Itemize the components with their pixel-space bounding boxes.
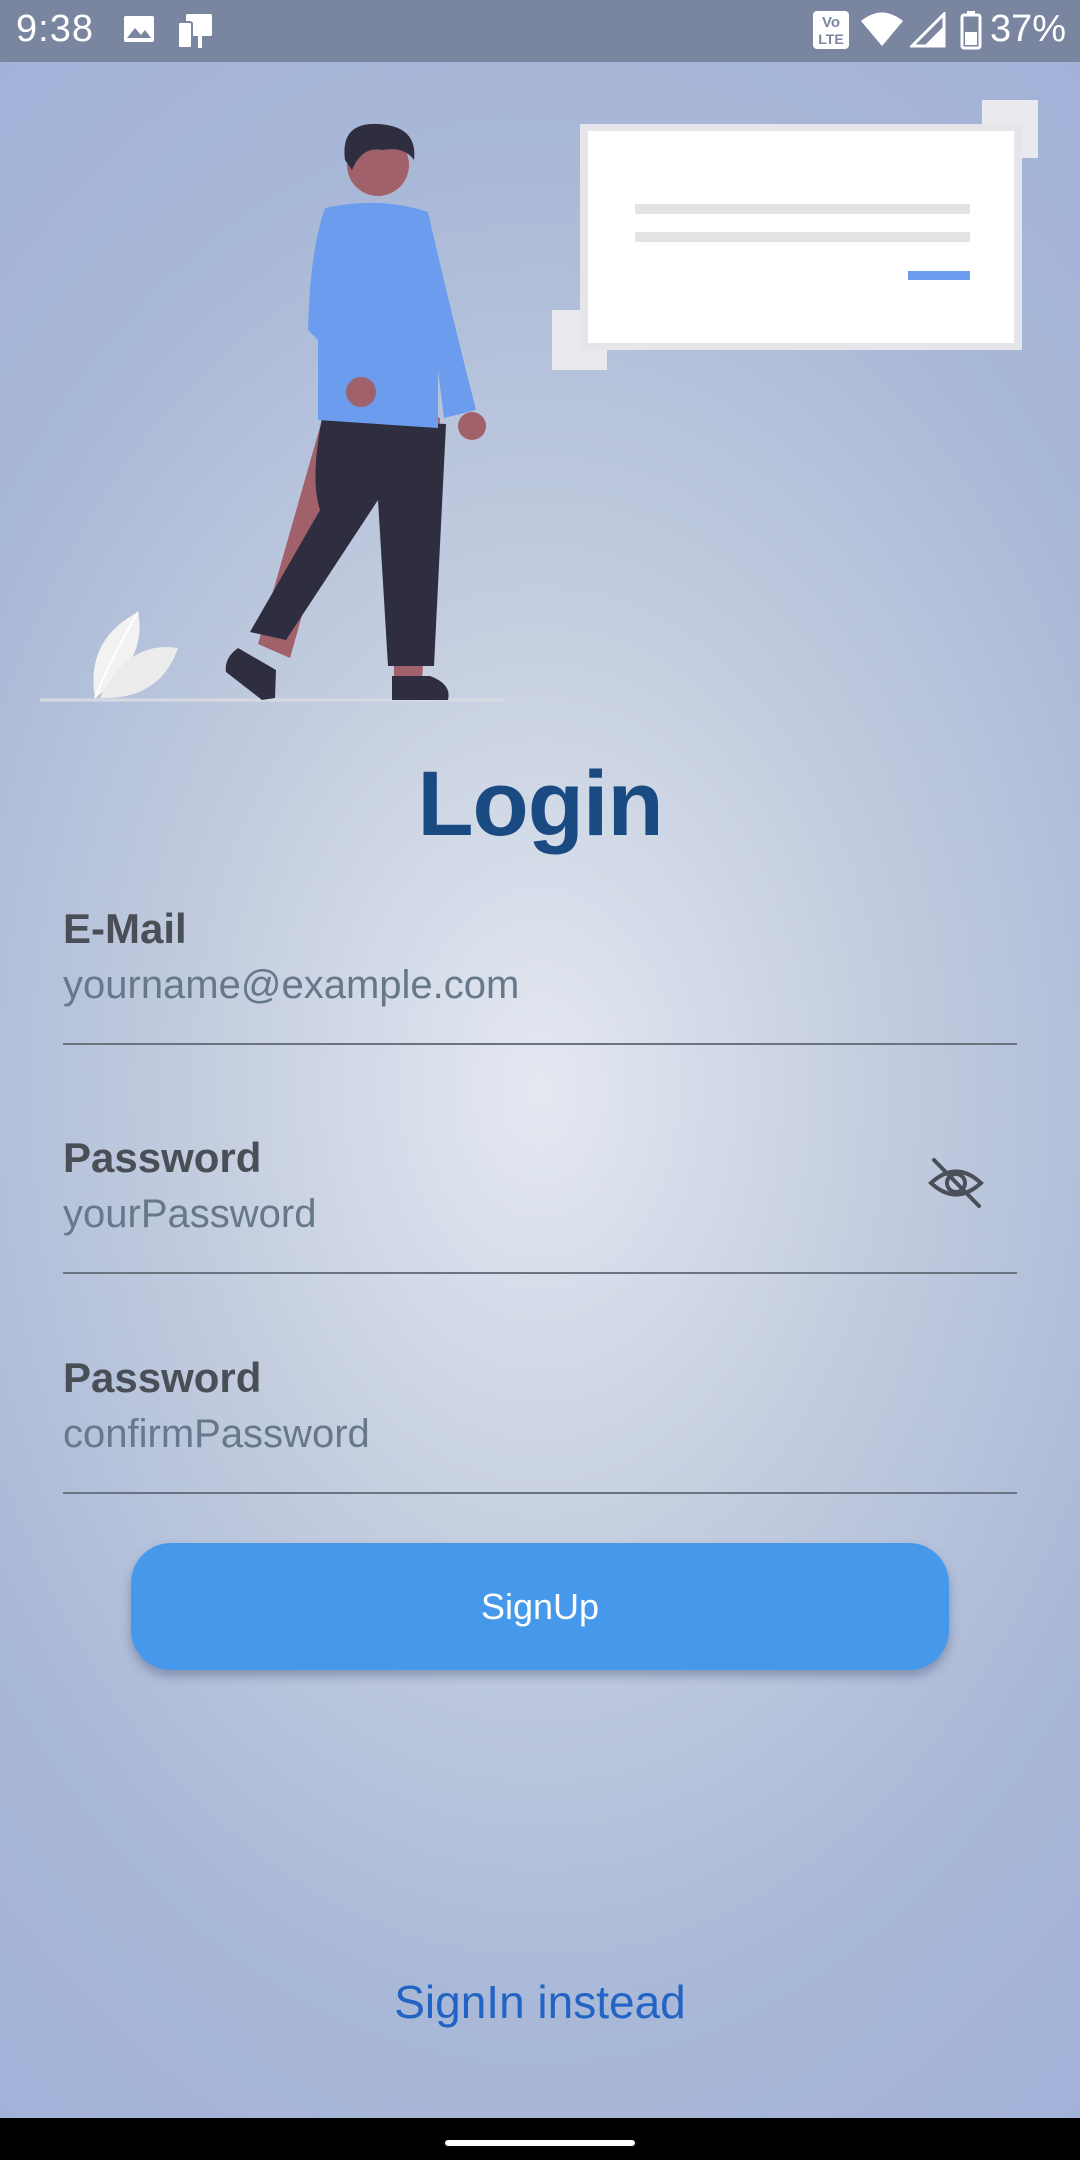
leaf-plant (93, 611, 178, 699)
hero-illustration (40, 100, 1038, 702)
message-card (552, 100, 1038, 370)
volte-icon: Vo LTE (813, 11, 849, 49)
email-underline (63, 1043, 1017, 1045)
signin-instead-link[interactable]: SignIn instead (0, 1975, 1080, 2029)
email-input[interactable] (63, 957, 923, 1013)
password-underline (63, 1272, 1017, 1274)
email-label: E-Mail (63, 905, 187, 952)
password-input[interactable] (63, 1186, 923, 1242)
page-title: Login (417, 753, 663, 855)
status-time: 9:38 (16, 8, 94, 50)
email-field: E-Mail (63, 905, 1017, 1045)
eye-off-icon[interactable] (925, 1152, 987, 1214)
password-label: Password (63, 1134, 262, 1181)
confirm-password-label: Password (63, 1354, 262, 1401)
status-bar: 9:38 Vo LTE 37% (0, 0, 1080, 62)
signal-icon (910, 12, 946, 48)
volte-top-text: Vo (822, 14, 840, 31)
battery-icon (960, 11, 982, 50)
battery-percent: 37% (989, 8, 1066, 50)
wifi-icon (861, 12, 903, 46)
confirm-password-field: Password (63, 1354, 1017, 1494)
confirm-password-underline (63, 1492, 1017, 1494)
signup-button-label: SignUp (480, 1585, 600, 1627)
walking-person (225, 123, 486, 700)
home-gesture-handle[interactable] (445, 2140, 635, 2146)
signup-button[interactable]: SignUp (131, 1543, 949, 1670)
confirm-password-input[interactable] (63, 1406, 923, 1462)
image-icon (124, 16, 154, 42)
password-field: Password (63, 1134, 1017, 1274)
navigation-bar (0, 2118, 1080, 2160)
device-transfer-icon (177, 14, 212, 49)
volte-bottom-text: LTE (818, 31, 843, 47)
